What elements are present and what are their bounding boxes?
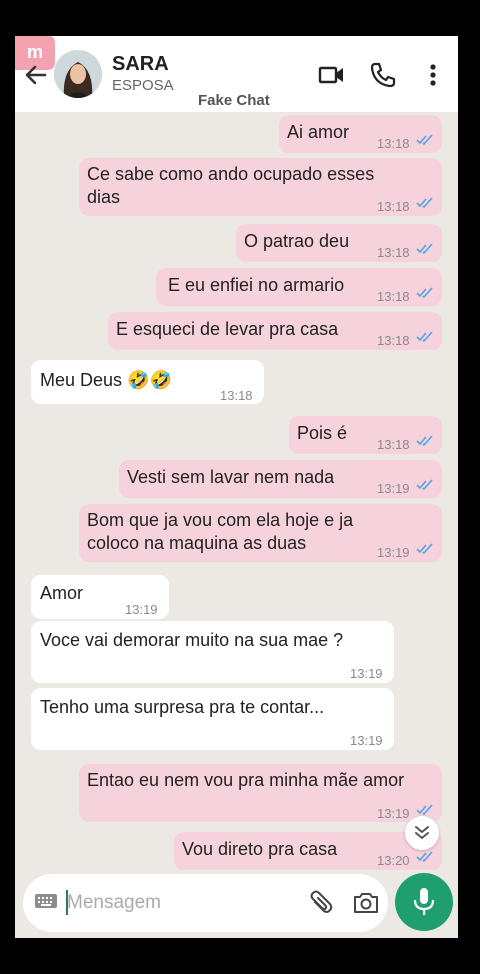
message-text: Amor [40,583,84,603]
message-time: 13:18 [377,333,410,348]
read-receipt-icon [416,435,433,447]
read-receipt-icon [416,331,433,343]
keyboard-icon[interactable] [34,891,58,911]
video-call-icon[interactable] [317,60,347,90]
message-text: Ce sabe como ando ocupado esses dias [87,163,374,209]
watermark-label: Fake Chat [198,92,270,109]
message-text: Meu Deus 🤣🤣 [40,370,172,390]
message-composer[interactable]: Mensagem [23,874,388,932]
message-text: O patrao deu [244,231,350,251]
contact-status: ESPOSA [112,77,174,94]
message-bubble-outgoing[interactable]: Ce sabe como ando ocupado esses dias 13:… [79,158,442,216]
read-receipt-icon [416,243,433,255]
mic-button[interactable] [395,873,453,931]
message-time: 13:19 [350,666,383,681]
message-line: Bom que ja vou com ela hoje e ja [87,510,354,530]
chat-screen: m SARA ESPOSA Fake Chat Ai amor 13:18 Ce… [15,36,458,938]
message-text: Ai amor [287,122,350,142]
message-text: Vesti sem lavar nem nada [127,467,335,487]
message-line: dias [87,187,121,207]
message-bubble-incoming[interactable]: Tenho uma surpresa pra te contar... 13:1… [31,688,394,750]
message-time: 13:18 [377,199,410,214]
message-input[interactable]: Mensagem [67,892,161,914]
svg-text:m: m [27,42,43,62]
message-bubble-outgoing[interactable]: Vou direto pra casa 13:20 [174,832,442,870]
message-bubble-outgoing[interactable]: Ai amor 13:18 [279,115,442,153]
read-receipt-icon [416,804,433,816]
read-receipt-icon [416,287,433,299]
message-time: 13:19 [377,481,410,496]
message-text: Vou direto pra casa [182,839,338,859]
read-receipt-icon [416,851,433,863]
message-bubble-outgoing[interactable]: Pois é 13:18 [289,416,442,454]
message-time: 13:19 [377,545,410,560]
message-line: Ce sabe como ando ocupado esses [87,164,375,184]
avatar[interactable] [54,50,102,98]
message-time: 13:18 [220,388,253,403]
read-receipt-icon [416,197,433,209]
read-receipt-icon [416,543,433,555]
message-time: 13:18 [377,437,410,452]
message-bubble-outgoing[interactable]: E eu enfiei no armario 13:18 [156,268,442,306]
message-bubble-outgoing[interactable]: Entao eu nem vou pra minha mãe amor 13:1… [79,764,442,822]
message-line: coloco na maquina as duas [87,533,307,553]
message-bubble-incoming[interactable]: Amor 13:19 [31,575,169,619]
message-bubble-incoming[interactable]: Voce vai demorar muito na sua mae ? 13:1… [31,621,394,683]
camera-icon[interactable] [352,890,380,916]
message-bubble-outgoing[interactable]: E esqueci de levar pra casa 13:18 [108,312,442,350]
message-time: 13:19 [125,602,158,617]
phone-icon[interactable] [368,60,398,90]
read-receipt-icon [416,134,433,146]
message-list[interactable]: Ai amor 13:18 Ce sabe como ando ocupado … [15,112,458,884]
message-bubble-outgoing[interactable]: Bom que ja vou com ela hoje e ja coloco … [79,504,442,562]
message-time: 13:18 [377,245,410,260]
message-time: 13:18 [377,136,410,151]
chat-header: m SARA ESPOSA Fake Chat [15,36,458,112]
chevron-double-down-icon [415,826,429,840]
message-time: 13:18 [377,289,410,304]
contact-photo [54,50,102,98]
read-receipt-icon [416,479,433,491]
message-bubble-outgoing[interactable]: Vesti sem lavar nem nada 13:19 [119,460,442,498]
message-bubble-incoming[interactable]: Meu Deus 🤣🤣 13:18 [31,360,264,404]
message-text: Bom que ja vou com ela hoje e ja coloco … [87,509,353,555]
message-time: 13:19 [350,733,383,748]
message-text: Tenho uma surpresa pra te contar... [40,697,325,717]
scroll-to-bottom-button[interactable] [405,816,439,850]
attach-icon[interactable] [306,889,334,917]
message-text: E esqueci de levar pra casa [116,319,339,339]
mic-icon [413,888,435,915]
message-text: E eu enfiei no armario [168,275,345,295]
message-text: Voce vai demorar muito na sua mae ? [40,630,344,650]
contact-name[interactable]: SARA [112,53,169,76]
more-options-icon[interactable] [418,60,448,90]
message-text: Entao eu nem vou pra minha mãe amor [87,770,405,790]
message-text: Pois é [297,423,348,443]
message-bubble-outgoing[interactable]: O patrao deu 13:18 [236,224,442,262]
message-time: 13:20 [377,853,410,868]
back-arrow-icon[interactable] [23,62,49,88]
